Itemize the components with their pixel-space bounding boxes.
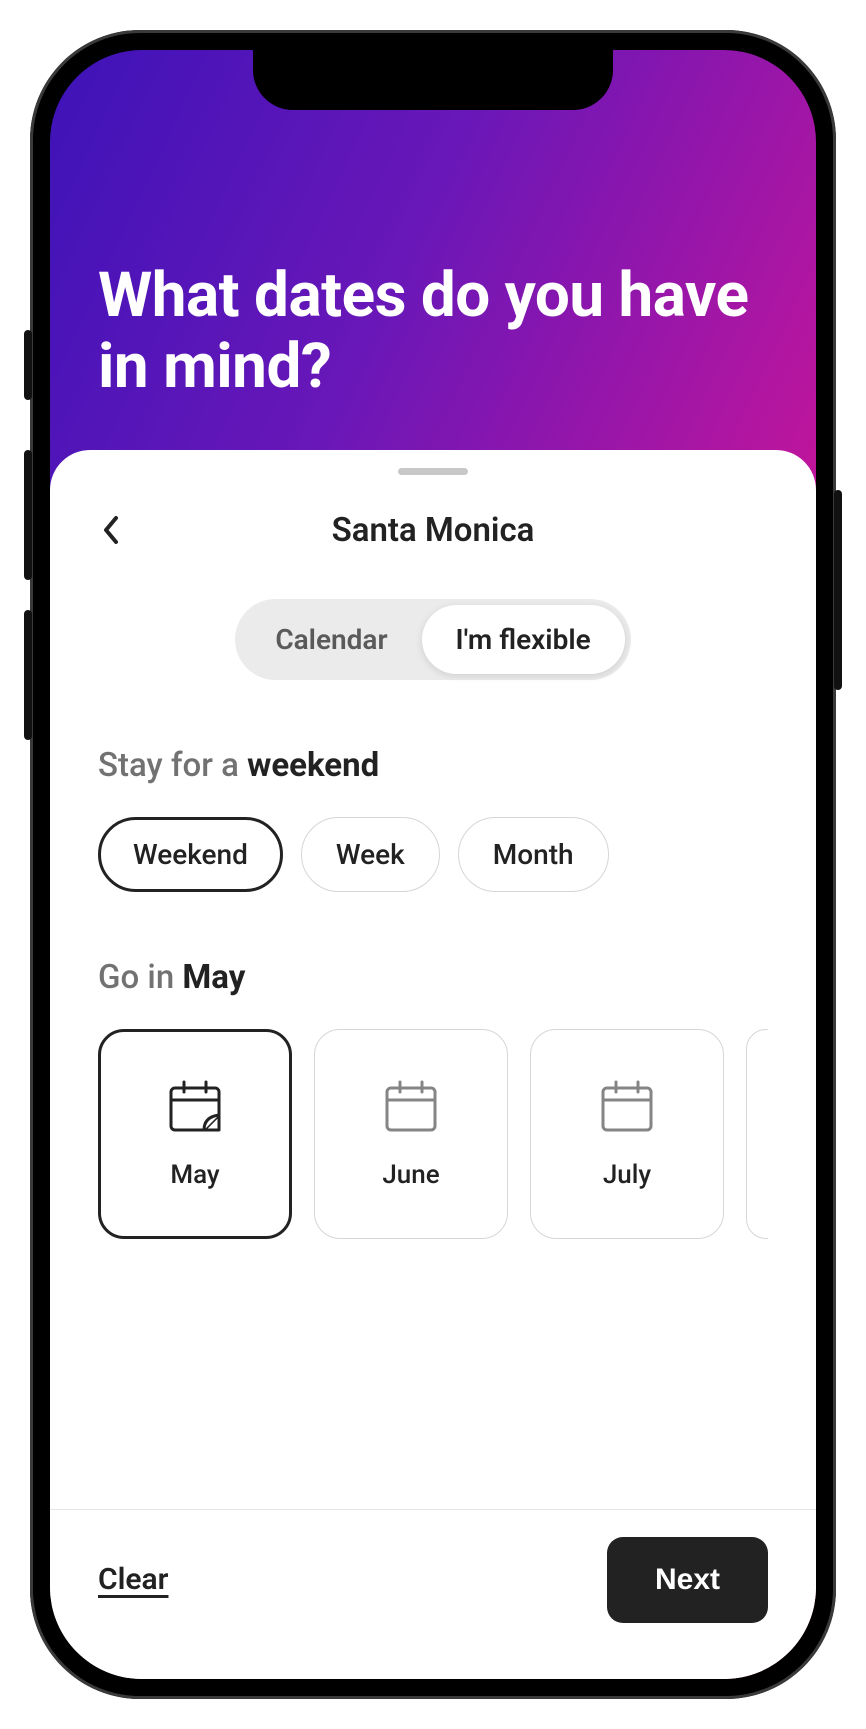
bottom-sheet: Santa Monica Calendar I'm flexible Stay … (50, 450, 816, 1679)
go-value: May (182, 958, 245, 997)
sheet-header: Santa Monica (50, 485, 816, 575)
stay-option-week[interactable]: Week (301, 817, 440, 892)
clear-button[interactable]: Clear (98, 1562, 168, 1597)
stay-prefix: Stay for a (98, 746, 247, 785)
stay-section: Stay for a weekend Weekend Week Month (50, 746, 816, 892)
month-label: June (382, 1160, 439, 1190)
chevron-left-icon (102, 515, 122, 545)
tab-calendar[interactable]: Calendar (241, 605, 421, 674)
month-option-july[interactable]: July (530, 1029, 724, 1239)
stay-option-month[interactable]: Month (458, 817, 609, 892)
screen: What dates do you have in mind? Santa Mo… (50, 50, 816, 1679)
notch (253, 50, 613, 110)
go-prefix: Go in (98, 958, 182, 997)
month-label: July (603, 1160, 651, 1190)
calendar-icon (598, 1078, 656, 1136)
stay-label: Stay for a weekend (98, 746, 768, 785)
month-option-overflow[interactable] (746, 1029, 768, 1239)
stay-options: Weekend Week Month (98, 817, 768, 892)
page-title: What dates do you have in mind? (98, 260, 768, 403)
tab-group: Calendar I'm flexible (50, 599, 816, 680)
month-option-june[interactable]: June (314, 1029, 508, 1239)
phone-frame: What dates do you have in mind? Santa Mo… (30, 30, 836, 1699)
tab-flexible[interactable]: I'm flexible (422, 605, 625, 674)
calendar-icon (382, 1078, 440, 1136)
month-options: May June (98, 1029, 768, 1239)
location-title: Santa Monica (332, 511, 535, 550)
month-option-may[interactable]: May (98, 1029, 292, 1239)
side-button (24, 330, 32, 400)
footer: Clear Next (50, 1509, 816, 1679)
back-button[interactable] (90, 508, 134, 552)
go-label: Go in May (98, 958, 768, 997)
side-button (24, 610, 32, 740)
next-button[interactable]: Next (607, 1537, 768, 1623)
go-section: Go in May May (50, 958, 816, 1239)
side-button (834, 490, 842, 690)
side-button (24, 450, 32, 580)
stay-option-weekend[interactable]: Weekend (98, 817, 283, 892)
calendar-icon (166, 1078, 224, 1136)
sheet-grabber[interactable] (398, 468, 468, 475)
stay-value: weekend (247, 746, 379, 785)
month-label: May (170, 1160, 219, 1190)
